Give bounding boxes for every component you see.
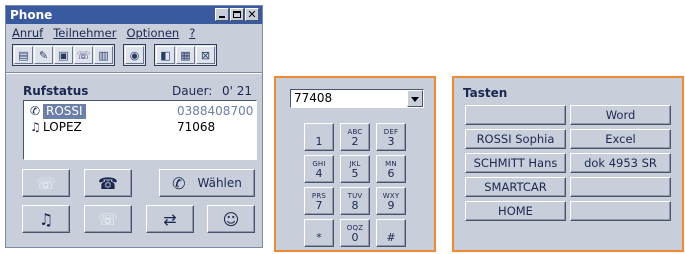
function-key[interactable]	[465, 105, 566, 125]
toolbar-group-2: ◉	[123, 44, 146, 66]
call-row[interactable]: ✆ ROSSI 0388408700	[25, 104, 255, 119]
consult-icon: ☏	[97, 209, 118, 229]
close-icon: ✕	[247, 8, 257, 21]
number-input-value: 77408	[294, 91, 333, 105]
dial-pad-icon: ✆	[172, 173, 186, 193]
call-number: 0388408700	[177, 104, 254, 118]
tasten-title: Tasten	[463, 86, 508, 100]
function-key[interactable]: SCHMITT Hans	[465, 153, 566, 173]
minimize-icon	[216, 9, 228, 20]
book-button[interactable]: ▥	[94, 46, 113, 64]
music-note-icon: ♫	[30, 120, 41, 134]
menu-help[interactable]: ?	[189, 25, 195, 42]
tools-button[interactable]: ✎	[34, 46, 53, 64]
key-hash[interactable]: #	[376, 219, 406, 247]
separator	[6, 72, 262, 74]
pickup-button[interactable]: ☎	[84, 169, 132, 197]
toggle-button[interactable]: ◧	[156, 46, 175, 64]
toolbar-group-1: ▤ ✎ ▣ ☏ ▥	[12, 44, 115, 66]
hold-music-button[interactable]: ♫	[22, 205, 70, 233]
mark-icon: ⊠	[200, 48, 211, 62]
number-combo[interactable]: 77408	[290, 89, 424, 108]
function-keys: Word ROSSI Sophia Excel SCHMITT Hans dok…	[465, 105, 671, 221]
function-key[interactable]: SMARTCAR	[465, 177, 566, 197]
toolbar: ▤ ✎ ▣ ☏ ▥ ◉ ◧ ▦ ⊠	[12, 44, 217, 66]
menu-bar: Anruf Teilnehmer Optionen ?	[8, 25, 260, 42]
notes-icon: ▤	[18, 48, 29, 62]
handset-icon: ✆	[30, 104, 41, 118]
key-3[interactable]: DEF 3	[376, 123, 406, 151]
maximize-button[interactable]	[230, 8, 244, 21]
menu-optionen[interactable]: Optionen	[126, 25, 179, 42]
window-title: Phone	[10, 8, 53, 22]
tasten-panel: Tasten Word ROSSI Sophia Excel SCHMITT H…	[452, 76, 684, 252]
forward-call-button[interactable]: ☏	[22, 169, 70, 197]
waehlen-button[interactable]: ✆ Wählen	[159, 169, 255, 197]
consult-button[interactable]: ☏	[84, 205, 132, 233]
dauer-label: Dauer:	[172, 84, 213, 98]
function-key[interactable]: dok 4953 SR	[570, 153, 671, 173]
function-key[interactable]: Excel	[570, 129, 671, 149]
call-list[interactable]: ✆ ROSSI 0388408700 ♫ LOPEZ 71068	[23, 100, 257, 160]
key-6[interactable]: MN 6	[376, 155, 406, 183]
notes-button[interactable]: ▤	[14, 46, 33, 64]
call-name: ROSSI	[43, 104, 86, 119]
phone-card-icon: ☏	[76, 48, 91, 62]
monitor-button[interactable]: ▣	[54, 46, 73, 64]
dial-icon: ◉	[129, 48, 140, 62]
hold-music-icon: ♫	[38, 209, 54, 229]
key-7[interactable]: PRS 7	[304, 187, 334, 215]
menu-anruf[interactable]: Anruf	[12, 25, 43, 42]
mark-button[interactable]: ⊠	[196, 46, 215, 64]
function-key[interactable]: ROSSI Sophia	[465, 129, 566, 149]
window-controls: ✕	[215, 8, 259, 21]
function-key[interactable]	[570, 177, 671, 197]
transfer-button[interactable]: ⇄	[146, 205, 194, 233]
maximize-icon	[231, 9, 243, 20]
grid-icon: ▦	[180, 48, 191, 62]
call-number: 71068	[177, 120, 216, 134]
toggle-icon: ◧	[160, 48, 171, 62]
function-key[interactable]: HOME	[465, 201, 566, 221]
phone-window: Phone ✕ Anruf Teilnehmer Optionen ? ▤ ✎ …	[5, 5, 263, 248]
conference-icon: ☺	[222, 209, 240, 229]
waehlen-label: Wählen	[197, 176, 242, 190]
tools-icon: ✎	[38, 48, 49, 62]
minimize-button[interactable]	[215, 8, 229, 21]
key-9[interactable]: WXY 9	[376, 187, 406, 215]
function-key[interactable]: Word	[570, 105, 671, 125]
dial-button[interactable]: ◉	[125, 46, 144, 64]
toolbar-group-3: ◧ ▦ ⊠	[154, 44, 217, 66]
dauer-value: 0' 21	[222, 84, 253, 98]
key-8[interactable]: TUV 8	[340, 187, 370, 215]
conference-button[interactable]: ☺	[207, 205, 255, 233]
forward-call-icon: ☏	[35, 173, 56, 193]
key-star[interactable]: *	[304, 219, 334, 247]
call-name: LOPEZ	[43, 120, 82, 134]
rufstatus-label: Rufstatus	[23, 84, 89, 98]
key-1[interactable]: 1	[304, 123, 334, 151]
dial-panel: 77408 1 ABC 2 DEF 3 GHI 4 JKL 5 MN 6 PRS 7 TUV…	[274, 76, 436, 252]
pickup-phone-icon: ☎	[98, 173, 118, 193]
monitor-icon: ▣	[58, 48, 69, 62]
book-icon: ▥	[98, 48, 109, 62]
transfer-icon: ⇄	[163, 209, 177, 229]
title-bar: Phone ✕	[6, 6, 262, 24]
phone-card-button[interactable]: ☏	[74, 46, 93, 64]
close-button[interactable]: ✕	[245, 8, 259, 21]
key-5[interactable]: JKL 5	[340, 155, 370, 183]
key-0[interactable]: OQZ 0	[340, 219, 370, 247]
menu-teilnehmer[interactable]: Teilnehmer	[53, 25, 116, 42]
call-row[interactable]: ♫ LOPEZ 71068	[25, 120, 255, 135]
combo-dropdown-button[interactable]	[407, 90, 423, 107]
keypad: 1 ABC 2 DEF 3 GHI 4 JKL 5 MN 6 PRS 7 TUV 8 WXY 9…	[304, 123, 407, 247]
function-key[interactable]	[570, 201, 671, 221]
grid-button[interactable]: ▦	[176, 46, 195, 64]
key-2[interactable]: ABC 2	[340, 123, 370, 151]
key-4[interactable]: GHI 4	[304, 155, 334, 183]
